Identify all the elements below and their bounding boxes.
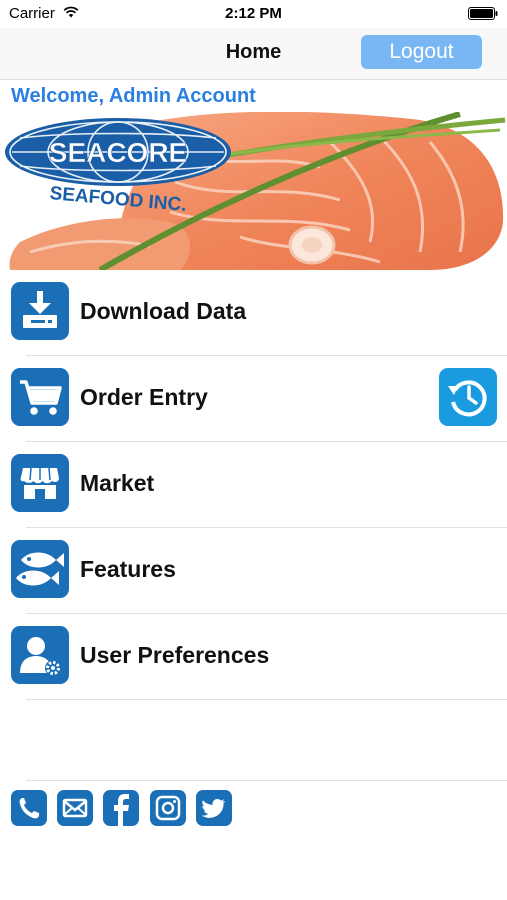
navigation-bar: Home Logout xyxy=(0,28,507,80)
cart-icon xyxy=(11,368,69,426)
footer-divider xyxy=(26,780,507,781)
menu-label: Features xyxy=(80,556,176,582)
user-settings-icon xyxy=(11,626,69,684)
history-icon[interactable] xyxy=(439,368,497,426)
divider xyxy=(26,699,507,700)
main-menu: Download Data Order Entry Market Feature… xyxy=(0,270,507,700)
welcome-message: Welcome, Admin Account xyxy=(11,85,256,107)
store-icon xyxy=(11,454,69,512)
facebook-icon[interactable] xyxy=(103,790,139,826)
menu-label: Market xyxy=(80,470,155,496)
salmon-banner-graphic: SEACORE SEAFOOD INC. xyxy=(0,112,507,270)
menu-item-market[interactable]: Market xyxy=(0,442,507,528)
phone-icon[interactable] xyxy=(11,790,47,826)
status-time: 2:12 PM xyxy=(225,5,282,22)
battery-icon xyxy=(468,7,498,20)
twitter-icon[interactable] xyxy=(196,790,232,826)
instagram-icon[interactable] xyxy=(150,790,186,826)
menu-label: Download Data xyxy=(80,298,247,324)
menu-item-download-data[interactable]: Download Data xyxy=(0,270,507,356)
logout-button[interactable]: Logout xyxy=(361,35,482,69)
mail-icon[interactable] xyxy=(57,790,93,826)
menu-item-order-entry[interactable]: Order Entry xyxy=(0,356,507,442)
menu-item-user-preferences[interactable]: User Preferences xyxy=(0,614,507,700)
download-icon xyxy=(11,282,69,340)
menu-label: User Preferences xyxy=(80,642,270,668)
banner-image: SEACORE SEAFOOD INC. xyxy=(0,112,507,270)
brand-logo-text: SEACORE xyxy=(49,137,187,168)
menu-item-features[interactable]: Features xyxy=(0,528,507,614)
status-bar: Carrier 2:12 PM xyxy=(0,0,507,28)
fish-icon xyxy=(11,540,69,598)
menu-label: Order Entry xyxy=(80,384,208,410)
